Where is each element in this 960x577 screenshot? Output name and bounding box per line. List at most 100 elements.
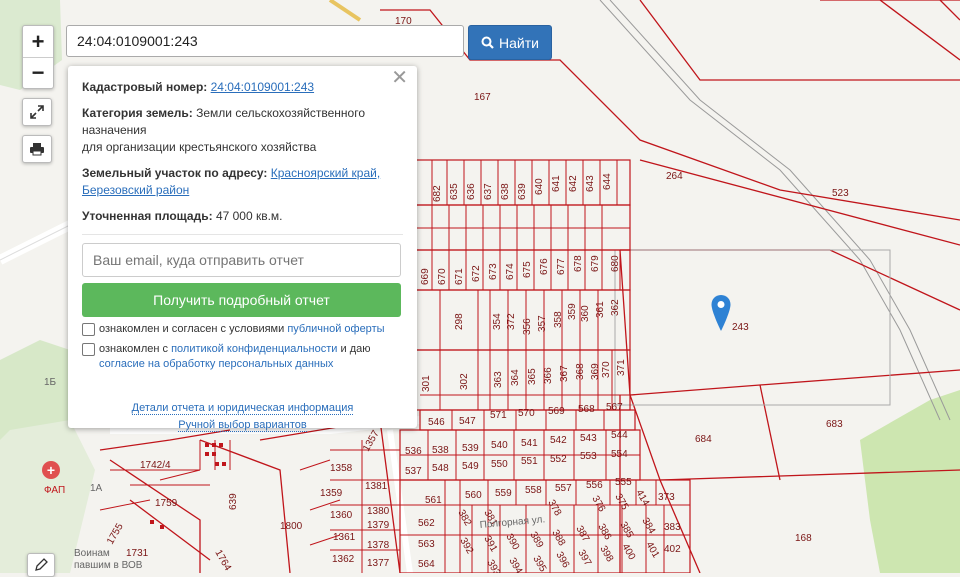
report-details-link[interactable]: Детали отчета и юридическая информация	[131, 402, 354, 415]
map-pin-icon[interactable]	[710, 294, 732, 332]
close-icon[interactable]: ✕	[391, 68, 408, 88]
svg-text:1759: 1759	[155, 498, 178, 509]
svg-text:554: 554	[611, 449, 628, 460]
popup-footer-links: Детали отчета и юридическая информация Р…	[82, 400, 403, 434]
svg-text:548: 548	[432, 463, 449, 474]
svg-text:556: 556	[586, 480, 603, 491]
category-label: Категория земель:	[82, 106, 193, 120]
svg-text:369: 369	[590, 363, 601, 380]
search-button-label: Найти	[499, 34, 539, 51]
svg-text:568: 568	[578, 404, 595, 415]
svg-text:402: 402	[664, 544, 681, 555]
search-input[interactable]	[66, 25, 464, 57]
svg-text:373: 373	[658, 492, 675, 503]
svg-text:673: 673	[488, 263, 499, 280]
svg-text:677: 677	[556, 258, 567, 275]
svg-text:553: 553	[580, 451, 597, 462]
print-button[interactable]	[22, 135, 52, 163]
svg-text:551: 551	[521, 456, 538, 467]
public-offer-link[interactable]: публичной оферты	[287, 323, 384, 335]
get-report-button[interactable]: Получить подробный отчет	[82, 283, 401, 317]
svg-text:298: 298	[454, 313, 465, 330]
printer-icon	[30, 143, 44, 156]
svg-text:637: 637	[483, 183, 494, 200]
svg-text:1800: 1800	[280, 521, 303, 532]
data-processing-link[interactable]: согласие на обработку персональных данны…	[99, 358, 333, 370]
cadastral-number-link[interactable]: 24:04:0109001:243	[211, 80, 314, 94]
svg-text:570: 570	[518, 408, 535, 419]
svg-text:635: 635	[449, 183, 460, 200]
svg-text:678: 678	[573, 255, 584, 272]
svg-text:536: 536	[405, 446, 422, 457]
svg-text:558: 558	[525, 485, 542, 496]
svg-text:541: 541	[521, 438, 538, 449]
svg-text:644: 644	[602, 173, 613, 190]
svg-text:168: 168	[795, 533, 812, 544]
svg-text:359: 359	[567, 303, 578, 320]
manual-selection-link[interactable]: Ручной выбор вариантов	[178, 419, 307, 432]
svg-text:638: 638	[500, 183, 511, 200]
svg-text:Воинам: Воинам	[74, 548, 110, 559]
pencil-icon	[35, 558, 48, 571]
offer-checkbox[interactable]	[82, 323, 95, 336]
consent2-text: ознакомлен с	[99, 343, 169, 355]
land-category-row: Категория земель: Земли сельскохозяйстве…	[82, 105, 403, 156]
zoom-out-button[interactable]: −	[23, 56, 53, 88]
divider	[82, 234, 403, 235]
svg-text:670: 670	[437, 268, 448, 285]
svg-text:358: 358	[553, 311, 564, 328]
privacy-consent: ознакомлен с политикой конфиденциальност…	[82, 342, 403, 372]
draw-tool-button[interactable]	[27, 553, 55, 577]
svg-text:356: 356	[522, 318, 533, 335]
svg-text:643: 643	[585, 175, 596, 192]
svg-text:243: 243	[732, 322, 749, 333]
svg-text:542: 542	[550, 435, 567, 446]
parcel-info-popup: ✕ Кадастровый номер: 24:04:0109001:243 К…	[68, 66, 417, 432]
medical-cross-icon: +	[42, 461, 60, 479]
svg-text:671: 671	[454, 268, 465, 285]
svg-text:559: 559	[495, 488, 512, 499]
svg-text:682: 682	[432, 185, 443, 202]
svg-text:550: 550	[491, 459, 508, 470]
search-button[interactable]: Найти	[468, 25, 552, 60]
svg-text:357: 357	[537, 315, 548, 332]
svg-text:567: 567	[606, 402, 623, 413]
svg-text:301: 301	[421, 375, 432, 392]
offer-consent: ознакомлен и согласен с условиями публич…	[82, 322, 403, 337]
svg-text:363: 363	[493, 371, 504, 388]
expand-icon	[30, 105, 44, 119]
svg-text:1362: 1362	[332, 554, 355, 565]
svg-text:523: 523	[832, 188, 849, 199]
fullscreen-button[interactable]	[22, 98, 52, 126]
svg-text:1358: 1358	[330, 463, 353, 474]
email-field[interactable]	[82, 243, 401, 277]
svg-text:675: 675	[522, 261, 533, 278]
svg-text:546: 546	[428, 417, 445, 428]
svg-text:1380: 1380	[367, 506, 390, 517]
area-label: Уточненная площадь:	[82, 209, 213, 223]
svg-text:547: 547	[459, 416, 476, 427]
address-row: Земельный участок по адресу: Красноярски…	[82, 165, 403, 199]
svg-text:557: 557	[555, 483, 572, 494]
svg-text:641: 641	[551, 175, 562, 192]
svg-text:1378: 1378	[367, 540, 390, 551]
svg-text:360: 360	[580, 305, 591, 322]
consent2-and: и даю	[340, 343, 371, 355]
svg-text:683: 683	[826, 419, 843, 430]
zoom-control: + −	[22, 25, 54, 89]
cadastral-number-row: Кадастровый номер: 24:04:0109001:243	[82, 79, 403, 96]
svg-text:642: 642	[568, 175, 579, 192]
privacy-policy-link[interactable]: политикой конфиденциальности	[171, 343, 337, 355]
svg-text:361: 361	[595, 301, 606, 318]
svg-text:549: 549	[462, 461, 479, 472]
svg-text:1Б: 1Б	[44, 377, 57, 388]
zoom-in-button[interactable]: +	[23, 27, 53, 57]
svg-text:679: 679	[590, 255, 601, 272]
svg-text:639: 639	[228, 493, 239, 510]
svg-text:павшим в ВОВ: павшим в ВОВ	[74, 560, 143, 571]
svg-text:669: 669	[420, 268, 431, 285]
privacy-checkbox[interactable]	[82, 343, 95, 356]
svg-text:371: 371	[616, 359, 627, 376]
svg-text:368: 368	[575, 363, 586, 380]
svg-text:537: 537	[405, 466, 422, 477]
